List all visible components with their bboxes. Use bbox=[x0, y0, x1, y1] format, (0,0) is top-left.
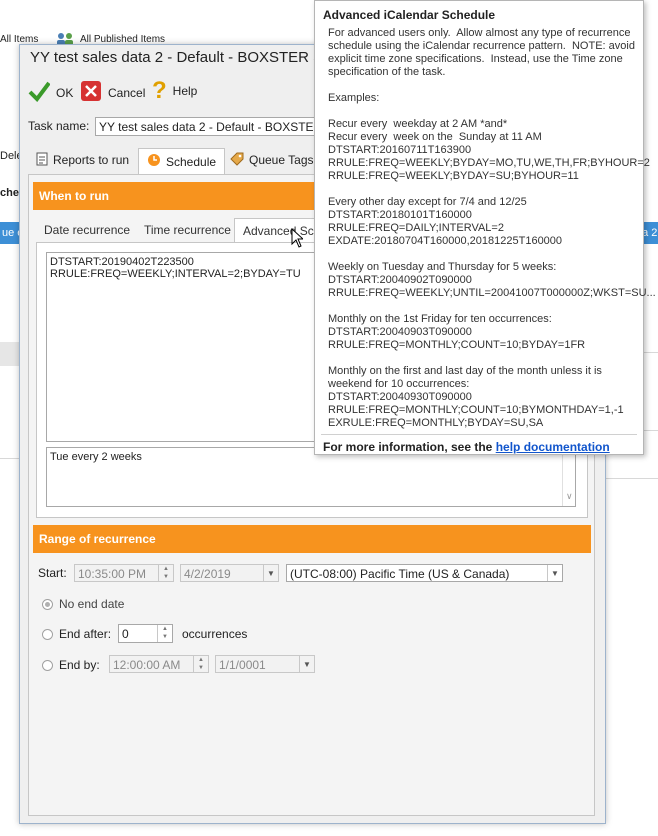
tooltip-footer: For more information, see the help docum… bbox=[323, 440, 610, 454]
chevron-down-icon[interactable]: ▼ bbox=[547, 565, 562, 581]
occurrences-value: 0 bbox=[122, 627, 129, 641]
tooltip-divider bbox=[321, 434, 637, 435]
dialog-title: YY test sales data 2 - Default - BOXSTER… bbox=[30, 49, 358, 66]
spinner-icon[interactable]: ▲ ▼ bbox=[158, 565, 173, 581]
tooltip-example-2: Every other day except for 7/4 and 12/25… bbox=[328, 196, 563, 247]
no-end-date-option[interactable]: No end date bbox=[42, 597, 124, 611]
help-icon: ? bbox=[152, 77, 167, 104]
tab-schedule[interactable]: Schedule bbox=[138, 148, 226, 174]
report-icon bbox=[36, 152, 48, 169]
occurrences-input[interactable]: 0 ▲ ▼ bbox=[118, 624, 173, 643]
end-by-label: End by: bbox=[59, 658, 100, 672]
timezone-value: (UTC-08:00) Pacific Time (US & Canada) bbox=[290, 567, 510, 581]
advanced-schedule-tooltip: Advanced iCalendar Schedule For advanced… bbox=[314, 0, 656, 455]
timezone-select[interactable]: (UTC-08:00) Pacific Time (US & Canada) ▼ bbox=[286, 564, 563, 582]
end-by-time-value: 12:00:00 AM bbox=[113, 658, 181, 672]
tooltip-examples-label: Examples: bbox=[328, 92, 380, 104]
start-time-value: 10:35:00 PM bbox=[78, 567, 147, 581]
tab-label: Reports to run bbox=[53, 153, 130, 167]
tab-label: Queue Tags bbox=[249, 153, 314, 167]
start-label: Start: bbox=[38, 566, 67, 580]
tag-icon bbox=[230, 152, 244, 169]
tooltip-example-4: Monthly on the 1st Friday for ten occurr… bbox=[328, 313, 586, 351]
tab-reports-to-run[interactable]: Reports to run bbox=[28, 148, 137, 172]
tooltip-intro: For advanced users only. Allow almost an… bbox=[328, 27, 635, 78]
tooltip-title: Advanced iCalendar Schedule bbox=[323, 8, 496, 22]
chevron-down-icon: ∨ bbox=[566, 491, 573, 501]
spinner-icon[interactable]: ▲ ▼ bbox=[157, 625, 172, 642]
subtab-time-recurrence[interactable]: Time recurrence bbox=[136, 218, 239, 242]
radio-end-by[interactable] bbox=[42, 659, 53, 671]
radio-no-end-date[interactable] bbox=[42, 598, 53, 610]
end-by-date-picker[interactable]: 1/1/0001 ▼ bbox=[215, 655, 315, 673]
start-date-picker[interactable]: 4/2/2019 ▼ bbox=[180, 564, 279, 582]
mouse-cursor-icon bbox=[291, 227, 305, 251]
chevron-down-icon[interactable]: ▼ bbox=[263, 565, 278, 581]
end-after-label: End after: bbox=[59, 627, 112, 641]
end-by-time-input[interactable]: 12:00:00 AM ▲ ▼ bbox=[109, 655, 209, 673]
end-by-date-value: 1/1/0001 bbox=[219, 658, 266, 672]
spinner-icon[interactable]: ▲ ▼ bbox=[193, 656, 208, 672]
radio-end-after[interactable] bbox=[42, 628, 53, 640]
help-button[interactable]: ? Help bbox=[152, 77, 198, 104]
occurrences-label: occurrences bbox=[182, 627, 248, 641]
tab-label: Schedule bbox=[166, 154, 217, 169]
tab-queue-tags[interactable]: Queue Tags bbox=[222, 148, 322, 172]
tooltip-footer-text: For more information, see the bbox=[323, 440, 496, 454]
task-name-input[interactable]: YY test sales data 2 - Default - BOXSTER… bbox=[95, 117, 325, 136]
subtab-date-recurrence[interactable]: Date recurrence bbox=[36, 218, 138, 242]
ok-button[interactable]: OK bbox=[28, 80, 73, 105]
end-by-option[interactable]: End by: bbox=[42, 658, 100, 672]
start-date-value: 4/2/2019 bbox=[184, 567, 231, 581]
cancel-button[interactable]: Cancel bbox=[80, 80, 145, 105]
cancel-icon bbox=[80, 80, 102, 105]
recurrence-description: Tue every 2 weeks bbox=[46, 447, 576, 507]
help-documentation-link[interactable]: help documentation bbox=[496, 440, 610, 454]
bg-divider bbox=[604, 478, 658, 479]
check-icon bbox=[28, 80, 51, 105]
no-end-date-label: No end date bbox=[59, 597, 125, 611]
ok-label: OK bbox=[56, 85, 74, 100]
task-name-label: Task name: bbox=[28, 119, 90, 133]
chevron-down-icon[interactable]: ▼ bbox=[299, 656, 314, 672]
tooltip-example-1: Recur every weekday at 2 AM *and* Recur … bbox=[328, 118, 650, 182]
range-of-recurrence-header: Range of recurrence bbox=[33, 525, 591, 553]
tooltip-example-5: Monthly on the first and last day of the… bbox=[328, 365, 624, 429]
tooltip-example-3: Weekly on Tuesday and Thursday for 5 wee… bbox=[328, 261, 656, 299]
bg-left-tab-schedule[interactable]: che bbox=[0, 187, 19, 199]
help-label: Help bbox=[172, 84, 198, 98]
clock-icon bbox=[147, 153, 161, 170]
cancel-label: Cancel bbox=[108, 85, 146, 100]
end-after-option[interactable]: End after: bbox=[42, 627, 111, 641]
start-time-input[interactable]: 10:35:00 PM ▲ ▼ bbox=[74, 564, 174, 582]
description-scrollbar[interactable]: ∨ bbox=[562, 448, 576, 506]
